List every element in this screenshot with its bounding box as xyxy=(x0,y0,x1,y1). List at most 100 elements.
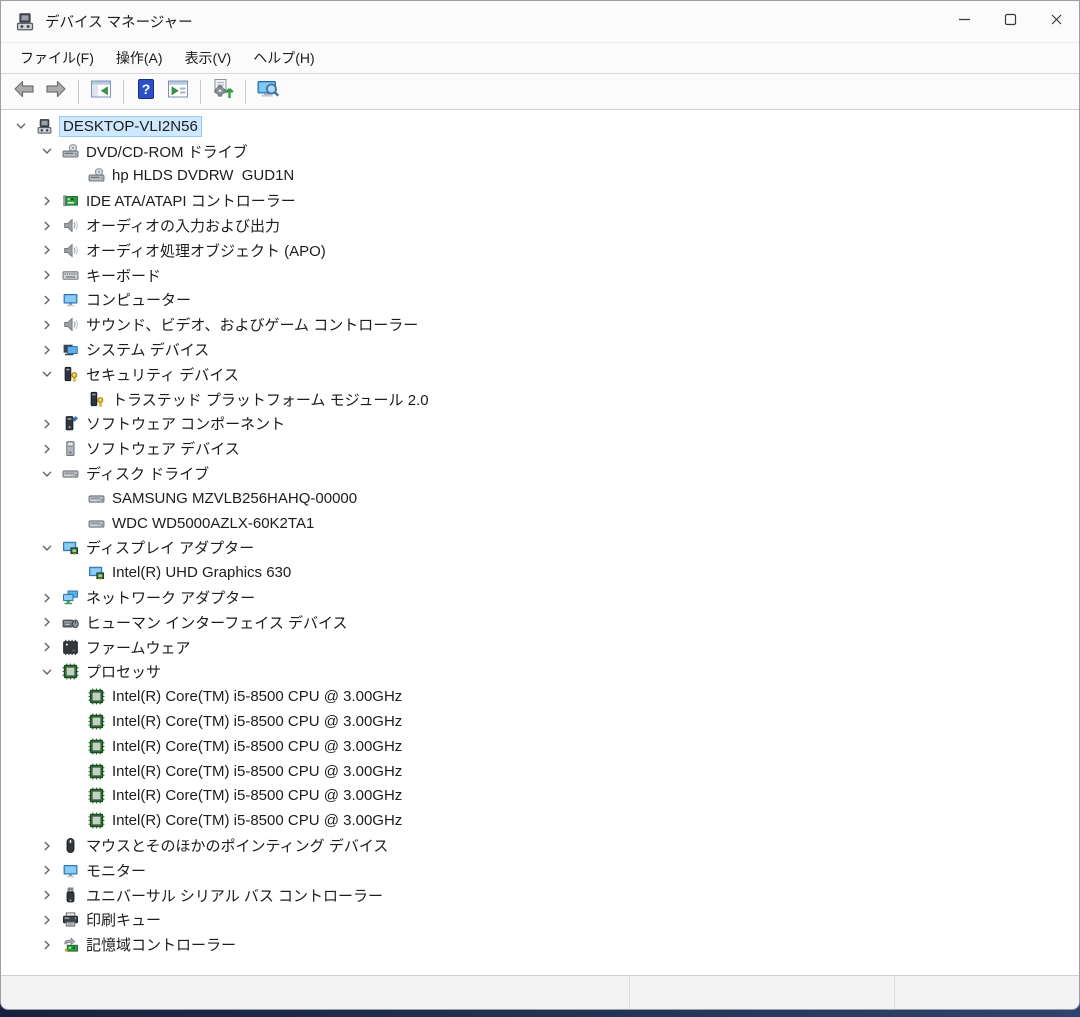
minimize-button[interactable] xyxy=(941,1,987,42)
tree-row[interactable]: ディスク ドライブ xyxy=(1,461,1079,486)
chevron-right-icon[interactable] xyxy=(35,635,62,660)
tree-row[interactable]: ヒューマン インターフェイス デバイス xyxy=(1,610,1079,635)
tree-row[interactable]: 印刷キュー xyxy=(1,908,1079,933)
forward-button[interactable] xyxy=(41,77,71,107)
tree-row[interactable]: hp HLDS DVDRW GUD1N xyxy=(1,164,1079,189)
disk-drive-icon xyxy=(62,465,80,483)
disk-drive-icon xyxy=(88,489,106,507)
tree-item-label: ソフトウェア コンポーネント xyxy=(86,413,285,434)
chevron-down-icon[interactable] xyxy=(35,461,62,486)
speaker-icon xyxy=(62,316,80,334)
tree-row[interactable]: プロセッサ xyxy=(1,660,1079,685)
tree-row[interactable]: マウスとそのほかのポインティング デバイス xyxy=(1,833,1079,858)
chevron-right-icon[interactable] xyxy=(35,412,62,437)
tree-row[interactable]: Intel(R) Core(TM) i5-8500 CPU @ 3.00GHz xyxy=(1,734,1079,759)
ide-controller-icon xyxy=(62,192,80,210)
menu-view[interactable]: 表示(V) xyxy=(174,44,243,72)
chevron-spacer xyxy=(61,734,88,759)
tree-item-label: ディスク ドライブ xyxy=(86,463,209,484)
tree-row[interactable]: オーディオの入力および出力 xyxy=(1,213,1079,238)
chevron-right-icon[interactable] xyxy=(35,188,62,213)
toolbar-separator xyxy=(245,80,246,104)
title-bar: デバイス マネージャー xyxy=(1,1,1079,42)
help-button[interactable]: ? xyxy=(131,77,161,107)
tree-row[interactable]: ファームウェア xyxy=(1,635,1079,660)
toolbar: ? xyxy=(1,74,1079,110)
chevron-right-icon[interactable] xyxy=(35,610,62,635)
help-icon: ? xyxy=(134,77,158,106)
status-bar xyxy=(1,975,1079,1009)
tree-row[interactable]: WDC WD5000AZLX-60K2TA1 xyxy=(1,511,1079,536)
maximize-button[interactable] xyxy=(987,1,1033,42)
tree-row[interactable]: DVD/CD-ROM ドライブ xyxy=(1,139,1079,164)
tree-row[interactable]: セキュリティ デバイス xyxy=(1,362,1079,387)
chevron-right-icon[interactable] xyxy=(35,908,62,933)
computer-search-button[interactable] xyxy=(253,77,283,107)
back-button[interactable] xyxy=(9,77,39,107)
chevron-right-icon[interactable] xyxy=(35,213,62,238)
chevron-right-icon[interactable] xyxy=(35,858,62,883)
chevron-right-icon[interactable] xyxy=(35,932,62,957)
tree-row[interactable]: オーディオ処理オブジェクト (APO) xyxy=(1,238,1079,263)
tree-item-label: IDE ATA/ATAPI コントローラー xyxy=(86,190,296,211)
tree-row[interactable]: Intel(R) Core(TM) i5-8500 CPU @ 3.00GHz xyxy=(1,684,1079,709)
tree-row[interactable]: Intel(R) Core(TM) i5-8500 CPU @ 3.00GHz xyxy=(1,709,1079,734)
menu-file[interactable]: ファイル(F) xyxy=(9,44,105,72)
tree-row[interactable]: Intel(R) Core(TM) i5-8500 CPU @ 3.00GHz xyxy=(1,784,1079,809)
tree-row[interactable]: ユニバーサル シリアル バス コントローラー xyxy=(1,883,1079,908)
chevron-right-icon[interactable] xyxy=(35,312,62,337)
tree-row[interactable]: DESKTOP-VLI2N56 xyxy=(1,114,1079,139)
tree-row[interactable]: Intel(R) Core(TM) i5-8500 CPU @ 3.00GHz xyxy=(1,759,1079,784)
forward-arrow-icon xyxy=(44,77,68,106)
close-button[interactable] xyxy=(1033,1,1079,42)
properties-button[interactable] xyxy=(163,77,193,107)
tree-row[interactable]: キーボード xyxy=(1,263,1079,288)
scan-hardware-button[interactable] xyxy=(208,77,238,107)
tree-row[interactable]: SAMSUNG MZVLB256HAHQ-00000 xyxy=(1,486,1079,511)
tree-row[interactable]: モニター xyxy=(1,858,1079,883)
tree-row[interactable]: サウンド、ビデオ、およびゲーム コントローラー xyxy=(1,312,1079,337)
menu-help[interactable]: ヘルプ(H) xyxy=(242,44,325,72)
chevron-right-icon[interactable] xyxy=(35,585,62,610)
back-arrow-icon xyxy=(12,77,36,106)
toolbar-separator xyxy=(78,80,79,104)
chevron-down-icon[interactable] xyxy=(35,536,62,561)
menu-action[interactable]: 操作(A) xyxy=(105,44,174,72)
chevron-right-icon[interactable] xyxy=(35,238,62,263)
tree-row[interactable]: システム デバイス xyxy=(1,337,1079,362)
chevron-down-icon[interactable] xyxy=(35,139,62,164)
tree-item-label: オーディオ処理オブジェクト (APO) xyxy=(86,240,326,261)
usb-icon xyxy=(62,886,80,904)
tree-item-label: DVD/CD-ROM ドライブ xyxy=(86,141,248,162)
scan-hardware-icon xyxy=(211,77,235,106)
processor-icon xyxy=(88,688,106,706)
tree-row[interactable]: ネットワーク アダプター xyxy=(1,585,1079,610)
tree-row[interactable]: コンピューター xyxy=(1,288,1079,313)
chevron-right-icon[interactable] xyxy=(35,337,62,362)
chevron-right-icon[interactable] xyxy=(35,288,62,313)
tree-row[interactable]: IDE ATA/ATAPI コントローラー xyxy=(1,188,1079,213)
console-tree-button[interactable] xyxy=(86,77,116,107)
console-tree-icon xyxy=(89,77,113,106)
tree-row[interactable]: 記憶域コントローラー xyxy=(1,932,1079,957)
chevron-right-icon[interactable] xyxy=(35,263,62,288)
chevron-right-icon[interactable] xyxy=(35,883,62,908)
tree-row[interactable]: ディスプレイ アダプター xyxy=(1,536,1079,561)
tree-row[interactable]: ソフトウェア デバイス xyxy=(1,436,1079,461)
chevron-right-icon[interactable] xyxy=(35,436,62,461)
security-device-icon xyxy=(62,365,80,383)
tree-row[interactable]: ソフトウェア コンポーネント xyxy=(1,412,1079,437)
chevron-down-icon[interactable] xyxy=(9,114,36,139)
device-manager-icon xyxy=(15,12,35,32)
monitor-icon xyxy=(62,291,80,309)
tree-row[interactable]: Intel(R) UHD Graphics 630 xyxy=(1,560,1079,585)
chevron-down-icon[interactable] xyxy=(35,660,62,685)
cd-drive-icon xyxy=(62,142,80,160)
chevron-right-icon[interactable] xyxy=(35,833,62,858)
chevron-down-icon[interactable] xyxy=(35,362,62,387)
tree-row[interactable]: トラステッド プラットフォーム モジュール 2.0 xyxy=(1,387,1079,412)
printer-icon xyxy=(62,911,80,929)
tree-row[interactable]: Intel(R) Core(TM) i5-8500 CPU @ 3.00GHz xyxy=(1,808,1079,833)
tree-item-label-selected: DESKTOP-VLI2N56 xyxy=(60,117,201,136)
chevron-spacer xyxy=(61,511,88,536)
